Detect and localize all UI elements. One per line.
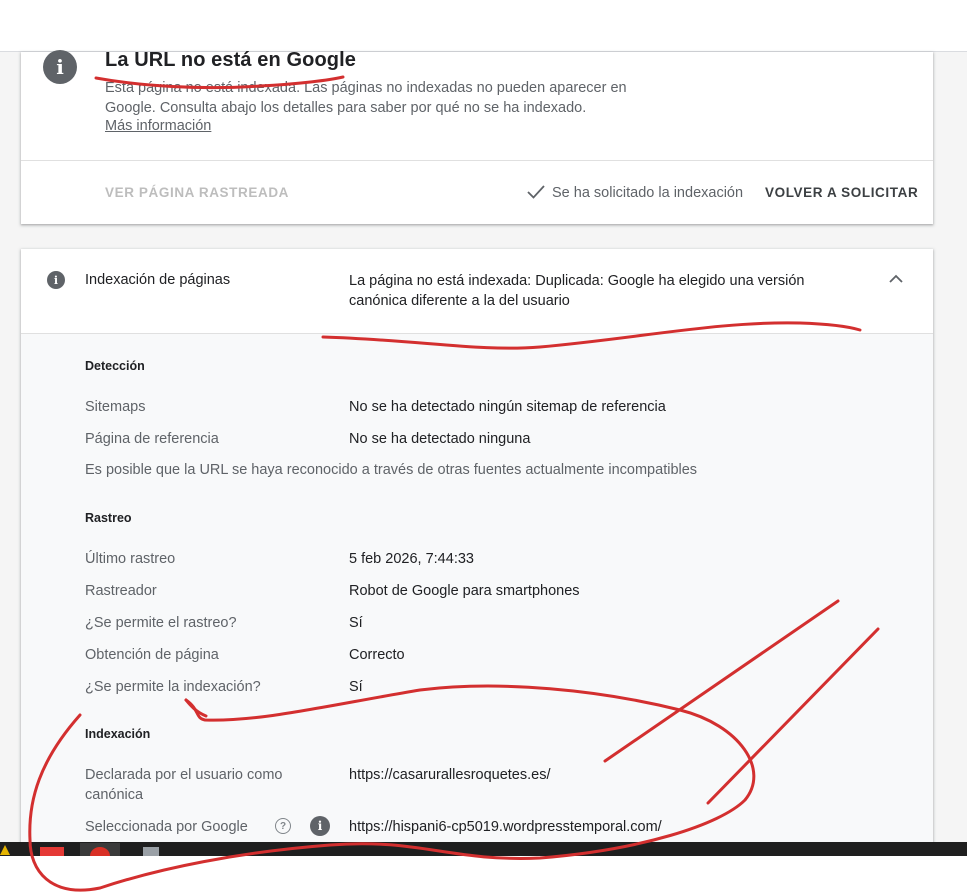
referring-page-value: No se ha detectado ninguna	[349, 431, 531, 447]
user-canonical-value: https://casarurallesroquetes.es/	[349, 767, 551, 783]
crawler-label: Rastreador	[85, 583, 157, 599]
indexing-allowed-value: Sí	[349, 679, 363, 695]
crawl-allowed-label: ¿Se permite el rastreo?	[85, 615, 237, 631]
page-indexing-status: La página no está indexada: Duplicada: G…	[349, 273, 805, 309]
indexing-allowed-label: ¿Se permite la indexación?	[85, 679, 261, 695]
chevron-up-icon[interactable]	[887, 272, 905, 286]
referring-page-label: Página de referencia	[85, 431, 219, 447]
top-strip	[0, 0, 967, 52]
url-status-card: i La URL no está en Google Esta página n…	[21, 49, 933, 224]
detection-title: Detección	[85, 359, 145, 373]
help-icon[interactable]: ?	[275, 818, 291, 834]
info-icon: i	[47, 271, 65, 289]
page-indexing-label: Indexación de páginas	[85, 272, 231, 288]
file-icon[interactable]	[143, 847, 159, 856]
search-console-page: i La URL no está en Google Esta página n…	[0, 0, 967, 895]
sitemaps-value: No se ha detectado ningún sitemap de ref…	[349, 399, 666, 415]
crawler-value: Robot de Google para smartphones	[349, 583, 580, 599]
url-status-description: Esta página no está indexada. Las página…	[105, 80, 627, 116]
background	[0, 856, 967, 895]
google-canonical-value: https://hispani6-cp5019.wordpresstempora…	[349, 819, 662, 835]
detection-note: Es posible que la URL se haya reconocido…	[85, 462, 698, 478]
info-icon[interactable]: i	[310, 816, 330, 836]
more-info-link[interactable]: Más información	[105, 118, 211, 134]
view-crawled-page-button[interactable]: VER PÁGINA RASTREADA	[105, 185, 289, 200]
page-fetch-value: Correcto	[349, 647, 405, 663]
divider	[21, 160, 933, 161]
app-icon[interactable]	[40, 847, 64, 856]
page-indexing-card: i Indexación de páginas La página no est…	[21, 249, 933, 869]
page-indexing-details: Detección Sitemaps No se ha detectado ni…	[21, 333, 933, 869]
sitemaps-label: Sitemaps	[85, 399, 146, 415]
crawl-title: Rastreo	[85, 511, 132, 525]
indexing-title: Indexación	[85, 727, 151, 741]
last-crawl-label: Último rastreo	[85, 551, 176, 567]
indexing-requested-text: Se ha solicitado la indexación	[552, 185, 744, 201]
user-canonical-label: Declarada por el usuario como canónica	[85, 767, 283, 803]
page-fetch-label: Obtención de página	[85, 647, 219, 663]
page-indexing-header[interactable]: i Indexación de páginas La página no est…	[21, 249, 933, 333]
last-crawl-value: 5 feb 2026, 7:44:33	[349, 551, 474, 567]
crawl-allowed-value: Sí	[349, 615, 363, 631]
info-icon: i	[43, 50, 77, 84]
resubmit-button[interactable]: VOLVER A SOLICITAR	[765, 185, 918, 200]
url-status-title: La URL no está en Google	[105, 49, 356, 71]
check-icon	[527, 185, 545, 199]
